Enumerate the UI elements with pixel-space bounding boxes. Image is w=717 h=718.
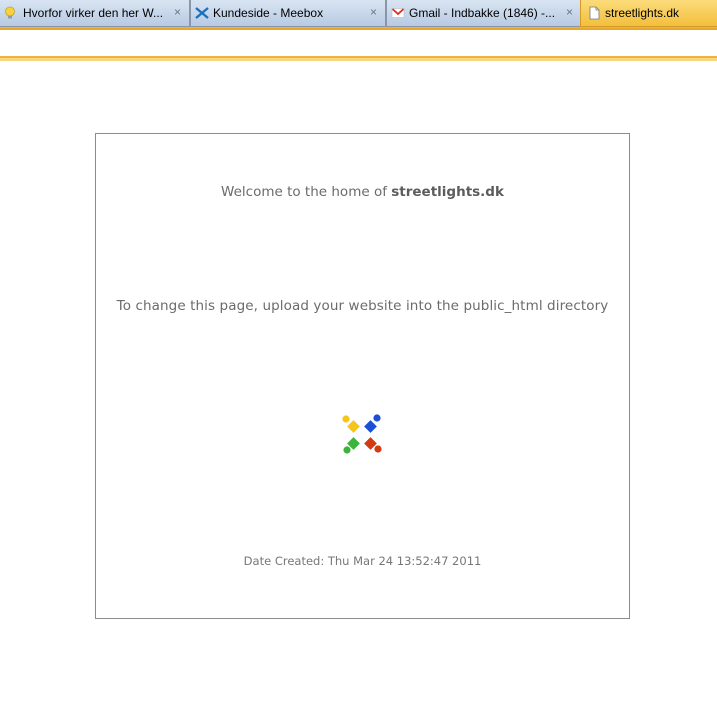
toolbar-divider-glow <box>0 58 717 61</box>
tab-meebox[interactable]: Kundeside - Meebox × <box>190 0 386 27</box>
lightbulb-icon <box>5 6 15 19</box>
domain-name: streetlights.dk <box>391 184 504 200</box>
upload-instruction: To change this page, upload your website… <box>116 298 609 314</box>
tab-label: Kundeside - Meebox <box>213 6 324 20</box>
tab-label: Hvorfor virker den her W... <box>23 6 163 20</box>
tab-label: streetlights.dk <box>605 6 680 20</box>
tab-strip: Hvorfor virker den her W... × Kundeside … <box>0 0 717 28</box>
meebox-x-icon <box>195 7 209 19</box>
date-created: Date Created: Thu Mar 24 13:52:47 2011 <box>243 554 482 568</box>
welcome-prefix: Welcome to the home of <box>221 184 392 200</box>
tab-close-icon[interactable]: × <box>174 5 181 19</box>
welcome-text: Welcome to the home of streetlights.dk <box>96 184 629 200</box>
content-box: Welcome to the home of streetlights.dk T… <box>95 133 630 619</box>
hosting-logo-icon <box>342 414 382 454</box>
tab-hvorfor[interactable]: Hvorfor virker den her W... × <box>0 0 190 27</box>
tab-close-icon[interactable]: × <box>370 5 377 19</box>
page-icon <box>589 6 600 20</box>
gmail-icon <box>391 8 405 18</box>
tab-strip-border <box>0 28 717 30</box>
tab-streetlights[interactable]: streetlights.dk <box>580 0 717 27</box>
tab-label: Gmail - Indbakke (1846) -... <box>409 6 555 20</box>
tab-gmail[interactable]: Gmail - Indbakke (1846) -... × <box>386 0 582 27</box>
tab-close-icon[interactable]: × <box>566 5 573 19</box>
